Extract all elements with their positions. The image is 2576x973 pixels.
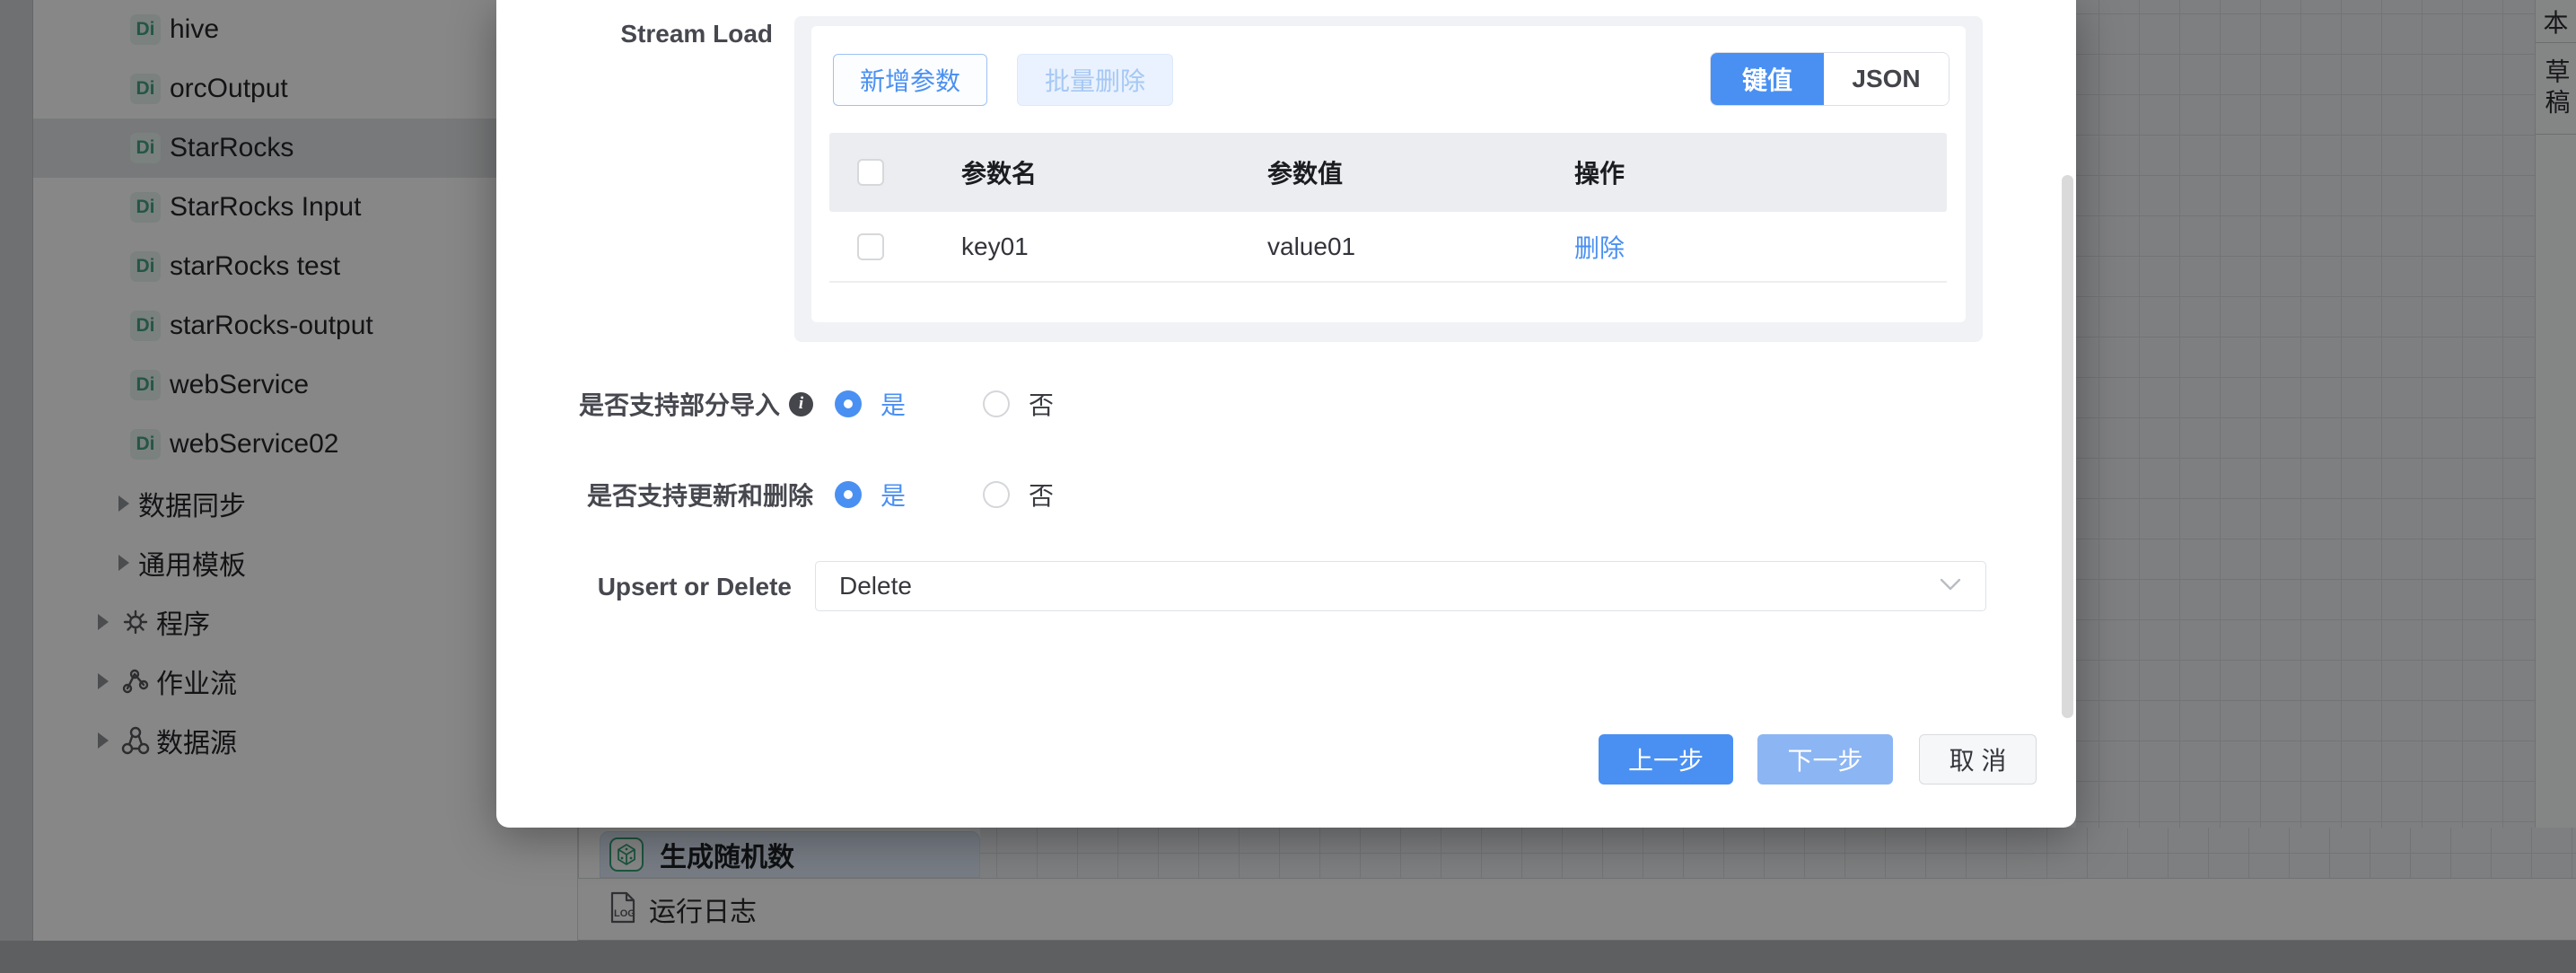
select-value: Delete	[839, 572, 1939, 600]
toggle-json[interactable]: JSON	[1824, 53, 1949, 105]
upsert-or-delete-label: Upsert or Delete	[496, 573, 792, 601]
prev-step-button[interactable]: 上一步	[1599, 734, 1733, 785]
radio-yes-selected[interactable]	[835, 390, 862, 417]
upsert-support-radio-group: 是 否	[835, 477, 1054, 513]
upsert-or-delete-select[interactable]: Delete	[815, 561, 1986, 611]
partial-import-label-wrap: 是否支持部分导入 i	[496, 386, 813, 422]
toggle-keyvalue[interactable]: 键值	[1711, 53, 1824, 105]
param-view-toggle: 键值 JSON	[1710, 52, 1950, 106]
stream-load-param-panel: 新增参数 批量删除 键值 JSON 参数名 参数值 操作 key01 value…	[811, 26, 1966, 322]
upsert-support-label-wrap: 是否支持更新和删除	[496, 477, 813, 513]
param-value-cell: value01	[1267, 232, 1355, 261]
info-icon[interactable]: i	[789, 392, 813, 416]
partial-import-radio-group: 是 否	[835, 386, 1054, 422]
param-table-header: 参数名 参数值 操作	[829, 133, 1947, 212]
chevron-down-icon	[1939, 577, 1962, 596]
stream-load-label: Stream Load	[496, 20, 773, 48]
param-name-header: 参数名	[961, 154, 1037, 190]
param-value-header: 参数值	[1267, 154, 1343, 190]
select-all-checkbox[interactable]	[857, 159, 884, 186]
add-param-button[interactable]: 新增参数	[833, 54, 987, 106]
radio-no-unselected[interactable]	[983, 390, 1010, 417]
upsert-support-row: 是否支持更新和删除 是 否	[496, 468, 1054, 522]
delete-row-link[interactable]: 删除	[1574, 229, 1625, 265]
cancel-button[interactable]: 取 消	[1919, 734, 2037, 785]
next-step-button[interactable]: 下一步	[1757, 734, 1893, 785]
app-screen: Di hive Di orcOutput Di StarRocks Di Sta…	[0, 0, 2576, 973]
stream-load-param-wrapper: 新增参数 批量删除 键值 JSON 参数名 参数值 操作 key01 value…	[794, 16, 1983, 342]
radio-yes-label[interactable]: 是	[881, 477, 906, 513]
batch-delete-button[interactable]: 批量删除	[1017, 54, 1173, 106]
upsert-support-label: 是否支持更新和删除	[587, 477, 813, 513]
modal-scrollbar-thumb[interactable]	[2062, 175, 2073, 718]
param-name-cell: key01	[961, 232, 1029, 261]
partial-import-label: 是否支持部分导入	[579, 386, 780, 422]
starrocks-config-dialog: Stream Load 新增参数 批量删除 键值 JSON 参数名 参数值 操作	[496, 0, 2076, 828]
radio-no-label[interactable]: 否	[1029, 477, 1054, 513]
row-checkbox[interactable]	[857, 233, 884, 260]
radio-no-label[interactable]: 否	[1029, 386, 1054, 422]
param-action-header: 操作	[1574, 154, 1625, 190]
partial-import-row: 是否支持部分导入 i 是 否	[496, 377, 1054, 431]
param-table-row: key01 value01 删除	[829, 212, 1947, 283]
radio-yes-selected[interactable]	[835, 481, 862, 508]
radio-no-unselected[interactable]	[983, 481, 1010, 508]
radio-yes-label[interactable]: 是	[881, 386, 906, 422]
